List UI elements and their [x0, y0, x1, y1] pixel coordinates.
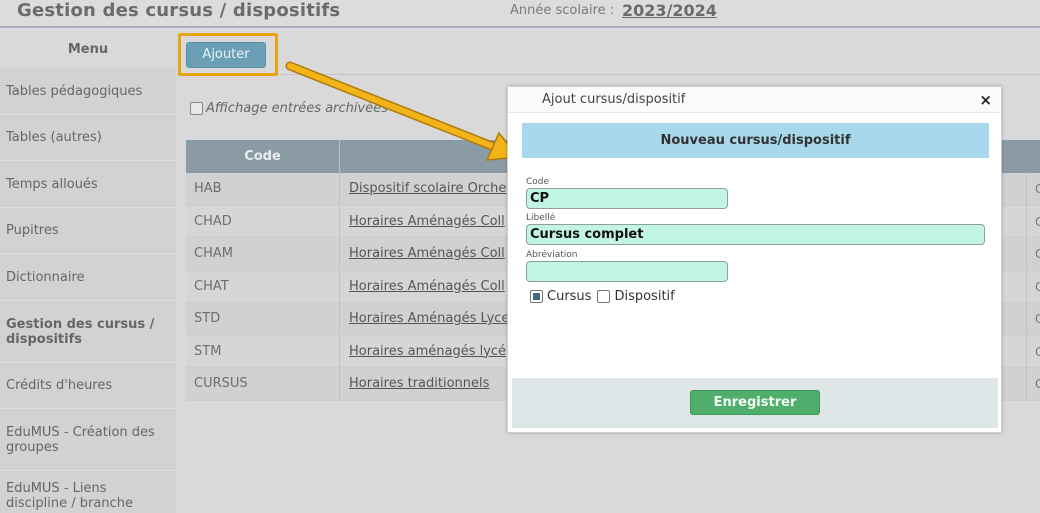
abreviation-field[interactable] [526, 261, 728, 282]
archive-label: Affichage entrées archivées [206, 101, 388, 116]
cell-right: C [1026, 205, 1040, 238]
cell-code: STD [186, 303, 340, 335]
type-options: Cursus Dispositif [530, 289, 675, 304]
school-year-link[interactable]: 2023/2024 [622, 1, 717, 20]
column-header-code[interactable]: Code [186, 140, 340, 173]
dialog-title: Ajout cursus/dispositif [508, 87, 1001, 113]
cell-right: C [1026, 368, 1040, 401]
cell-right: C [1026, 335, 1040, 368]
sidebar: Menu Tables pédagogiques Tables (autres)… [0, 30, 176, 513]
cursus-option-label: Cursus [547, 289, 592, 304]
top-bar: Gestion des cursus / dispositifs Année s… [0, 0, 1040, 28]
archive-toggle[interactable]: Affichage entrées archivées [190, 101, 388, 116]
abreviation-label: Abréviation [526, 250, 578, 260]
sidebar-menu-title: Menu [0, 30, 176, 68]
dialog-header: Nouveau cursus/dispositif [522, 123, 989, 158]
sidebar-item-tables-autres[interactable]: Tables (autres) [0, 115, 176, 161]
cell-code: HAB [186, 173, 340, 205]
school-year-label: Année scolaire : [510, 3, 615, 18]
cell-code: CHAD [186, 205, 340, 237]
sidebar-item-gestion-cursus[interactable]: Gestion des cursus / dispositifs [0, 301, 176, 363]
save-button[interactable]: Enregistrer [690, 390, 820, 415]
sidebar-item-temps-alloues[interactable]: Temps alloués [0, 161, 176, 208]
cursus-checkbox[interactable] [530, 290, 543, 303]
column-header-right [1026, 140, 1040, 173]
code-label: Code [526, 177, 550, 187]
add-cursus-dialog: Ajout cursus/dispositif × Nouveau cursus… [507, 86, 1002, 433]
sidebar-item-edumus-liens[interactable]: EduMUS - Liens discipline / branche [0, 471, 176, 513]
add-button-highlight [178, 33, 278, 76]
sidebar-item-edumus-groupes[interactable]: EduMUS - Création des groupes [0, 409, 176, 471]
cell-right: C [1026, 173, 1040, 206]
libelle-field[interactable]: Cursus complet [526, 224, 985, 245]
sidebar-item-pupitres[interactable]: Pupitres [0, 208, 176, 254]
dispositif-option-label: Dispositif [614, 289, 675, 304]
cell-code: STM [186, 335, 340, 367]
cell-code: CURSUS [186, 368, 340, 400]
sidebar-item-dictionnaire[interactable]: Dictionnaire [0, 254, 176, 301]
dispositif-checkbox[interactable] [597, 290, 611, 303]
page-title: Gestion des cursus / dispositifs [17, 0, 341, 21]
close-icon[interactable]: × [979, 91, 992, 109]
cell-code: CHAT [186, 270, 340, 302]
libelle-label: Libellé [526, 213, 556, 223]
archive-checkbox[interactable] [190, 102, 203, 115]
cell-right: C [1026, 238, 1040, 271]
sidebar-item-tables-pedagogiques[interactable]: Tables pédagogiques [0, 68, 176, 115]
dialog-footer: Enregistrer [512, 378, 998, 428]
table-right-column: C C C C C C C [1026, 140, 1040, 401]
code-field[interactable]: CP [526, 188, 728, 209]
sidebar-item-credits-heures[interactable]: Crédits d'heures [0, 363, 176, 409]
cell-code: CHAM [186, 238, 340, 270]
cell-right: C [1026, 270, 1040, 303]
toolbar-divider [176, 74, 1040, 75]
cell-right: C [1026, 303, 1040, 336]
